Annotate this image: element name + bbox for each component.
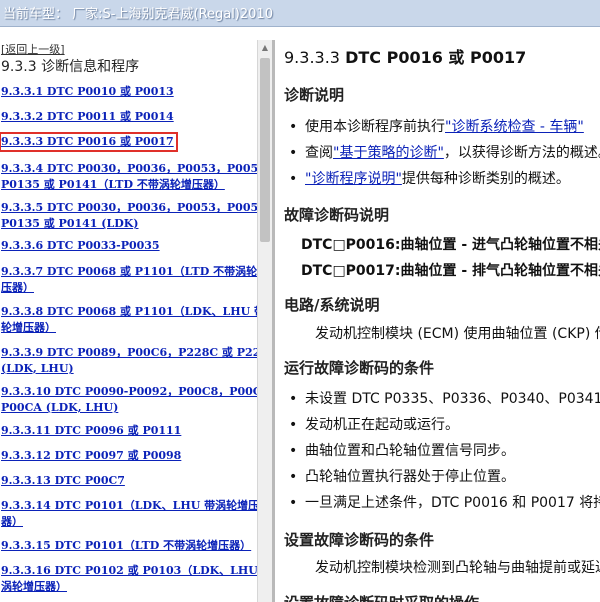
nav-item-line: 9.3.3.5 DTC P0030，P0036，P0053，P0054， bbox=[1, 201, 257, 214]
navigation-pane: [返回上一级] 9.3.3 诊断信息和程序 9.3.3.1 DTC P0010 … bbox=[0, 40, 257, 602]
list-item: • 查阅"基于策略的诊断"，以获得诊断方法的概述。 bbox=[289, 145, 600, 161]
link-strategy-based-diag[interactable]: "基于策略的诊断" bbox=[333, 145, 444, 161]
vehicle-title: 当前车型： 厂家:S-上海别克君威(Regal)2010 bbox=[3, 7, 273, 22]
nav-item-line: P0135 或 P0141（LTD 不带涡轮增压器） bbox=[1, 178, 225, 191]
nav-item[interactable]: 9.3.3.14 DTC P0101（LDK、LHU 带涡轮增压 器） bbox=[1, 498, 257, 530]
back-link[interactable]: [返回上一级] bbox=[1, 41, 65, 57]
nav-item-line: P00CA (LDK, LHU) bbox=[1, 401, 119, 414]
nav-item-line: 9.3.3.6 DTC P0033-P0035 bbox=[1, 239, 160, 252]
heading-run-conditions: 运行故障诊断码的条件 bbox=[284, 359, 435, 377]
nav-item[interactable]: 9.3.3.13 DTC P00C7 bbox=[1, 473, 253, 489]
link-diag-system-check[interactable]: "诊断系统检查 - 车辆" bbox=[445, 119, 584, 135]
list-item: • "诊断程序说明"提供每种诊断类别的概述。 bbox=[289, 171, 570, 187]
nav-item[interactable]: 9.3.3.12 DTC P0097 或 P0098 bbox=[1, 448, 253, 464]
nav-item-line: 压器） bbox=[1, 281, 34, 294]
nav-item[interactable]: 9.3.3.11 DTC P0096 或 P0111 bbox=[1, 423, 253, 439]
nav-item-line: 9.3.3.11 DTC P0096 或 P0111 bbox=[1, 424, 182, 437]
link-diag-procedure-desc[interactable]: "诊断程序说明" bbox=[305, 171, 402, 187]
nav-item[interactable]: 9.3.3.9 DTC P0089，P00C6，P228C 或 P228D (LD… bbox=[1, 345, 257, 377]
nav-item-line: 9.3.3.15 DTC P0101（LTD 不带涡轮增压器） bbox=[1, 539, 252, 552]
list-item: • 曲轴位置和凸轮轴位置信号同步。 bbox=[289, 443, 515, 459]
section-title: 9.3.3 诊断信息和程序 bbox=[1, 59, 140, 75]
nav-item-line: 9.3.3.10 DTC P0090-P0092，P00C8，P00C9 或 bbox=[1, 385, 257, 398]
nav-item-line: 器） bbox=[1, 515, 23, 528]
nav-item[interactable]: 9.3.3.15 DTC P0101（LTD 不带涡轮增压器） bbox=[1, 538, 253, 554]
left-pane-scrollbar[interactable]: ▲ bbox=[257, 40, 272, 602]
heading-set-conditions: 设置故障诊断码的条件 bbox=[284, 531, 435, 549]
nav-item[interactable]: 9.3.3.6 DTC P0033-P0035 bbox=[1, 238, 253, 254]
nav-item[interactable]: 9.3.3.7 DTC P0068 或 P1101（LTD 不带涡轮增 压器） bbox=[1, 264, 257, 296]
dtc-p0016-desc: DTC□P0016:曲轴位置 - 进气凸轮轴位置不相关 bbox=[301, 237, 600, 253]
nav-item[interactable]: 9.3.3.16 DTC P0102 或 P0103（LDK、LHU 带涡轮增压… bbox=[1, 563, 257, 595]
nav-item[interactable]: 9.3.3.1 DTC P0010 或 P0013 bbox=[1, 84, 253, 100]
doc-title-code: DTC P0016 或 P0017 bbox=[345, 48, 527, 67]
nav-item-line: 9.3.3.13 DTC P00C7 bbox=[1, 474, 125, 487]
nav-item[interactable]: 9.3.3.10 DTC P0090-P0092，P00C8，P00C9 或 P0… bbox=[1, 384, 257, 416]
heading-diag-desc: 诊断说明 bbox=[284, 86, 345, 104]
nav-item[interactable]: 9.3.3.2 DTC P0011 或 P0014 bbox=[1, 109, 253, 125]
nav-item-line: 9.3.3.9 DTC P0089，P00C6，P228C 或 P228D bbox=[1, 346, 257, 359]
window-title-bar: 当前车型： 厂家:S-上海别克君威(Regal)2010 bbox=[0, 0, 600, 27]
nav-item-line: 9.3.3.2 DTC P0011 或 P0014 bbox=[1, 110, 174, 123]
nav-item-line: 9.3.3.14 DTC P0101（LDK、LHU 带涡轮增压 bbox=[1, 499, 257, 512]
nav-item-line: P0135 或 P0141 (LDK) bbox=[1, 217, 139, 230]
nav-item[interactable]: 9.3.3.4 DTC P0030，P0036，P0053，P0054， P013… bbox=[1, 161, 257, 193]
nav-item[interactable]: 9.3.3.5 DTC P0030，P0036，P0053，P0054， P013… bbox=[1, 200, 257, 232]
dtc-p0017-desc: DTC□P0017:曲轴位置 - 排气凸轮轴位置不相关 bbox=[301, 263, 600, 279]
heading-action: 设置故障诊断码时采取的操作 bbox=[284, 592, 479, 602]
doc-title: 9.3.3.3 DTC P0016 或 P0017 bbox=[284, 44, 526, 68]
scroll-up-icon[interactable]: ▲ bbox=[258, 40, 272, 56]
list-item: •一旦满足上述条件，DTC P0016 和 P0017 将持续运行。 bbox=[289, 495, 600, 511]
nav-item[interactable]: 9.3.3.8 DTC P0068 或 P1101（LDK、LHU 带涡 轮增压器… bbox=[1, 304, 257, 336]
document-pane: 9.3.3.3 DTC P0016 或 P0017 诊断说明 • 使用本诊断程序前… bbox=[275, 40, 600, 602]
list-item: • 使用本诊断程序前执行"诊断系统检查 - 车辆" bbox=[289, 119, 584, 135]
scrollbar-thumb[interactable] bbox=[260, 58, 270, 242]
nav-item-line: 轮增压器） bbox=[1, 321, 56, 334]
nav-item-line: 9.3.3.12 DTC P0097 或 P0098 bbox=[1, 449, 182, 462]
list-item: •未设置 DTC P0335、P0336、P0340、P0341、P0365 bbox=[289, 391, 600, 407]
nav-item-line: 9.3.3.4 DTC P0030，P0036，P0053，P0054， bbox=[1, 162, 257, 175]
list-item: • 凸轮轴位置执行器处于停止位置。 bbox=[289, 469, 515, 485]
nav-item[interactable]: 9.3.3.3 DTC P0016 或 P0017 bbox=[0, 132, 178, 152]
list-item: • 发动机正在起动或运行。 bbox=[289, 417, 459, 433]
circuit-text: 发动机控制模块 (ECM) 使用曲轴位置 (CKP) 传感器 bbox=[315, 326, 600, 342]
nav-item-line: 9.3.3.8 DTC P0068 或 P1101（LDK、LHU 带涡 bbox=[1, 305, 257, 318]
heading-circuit: 电路/系统说明 bbox=[284, 296, 380, 314]
nav-item-line: 9.3.3.3 DTC P0016 或 P0017 bbox=[1, 135, 174, 148]
nav-item-line: 9.3.3.1 DTC P0010 或 P0013 bbox=[1, 85, 174, 98]
doc-title-number: 9.3.3.3 bbox=[284, 48, 340, 67]
nav-item-line: 9.3.3.7 DTC P0068 或 P1101（LTD 不带涡轮增 bbox=[1, 265, 257, 278]
set-conditions-text: 发动机控制模块检测到凸轮轴与曲轴提前或延迟 bbox=[315, 560, 600, 576]
nav-item-line: (LDK, LHU) bbox=[1, 362, 74, 375]
heading-dtc-desc: 故障诊断码说明 bbox=[284, 206, 390, 224]
nav-item-line: 涡轮增压器） bbox=[1, 580, 67, 593]
nav-item-line: 9.3.3.16 DTC P0102 或 P0103（LDK、LHU 带 bbox=[1, 564, 257, 577]
